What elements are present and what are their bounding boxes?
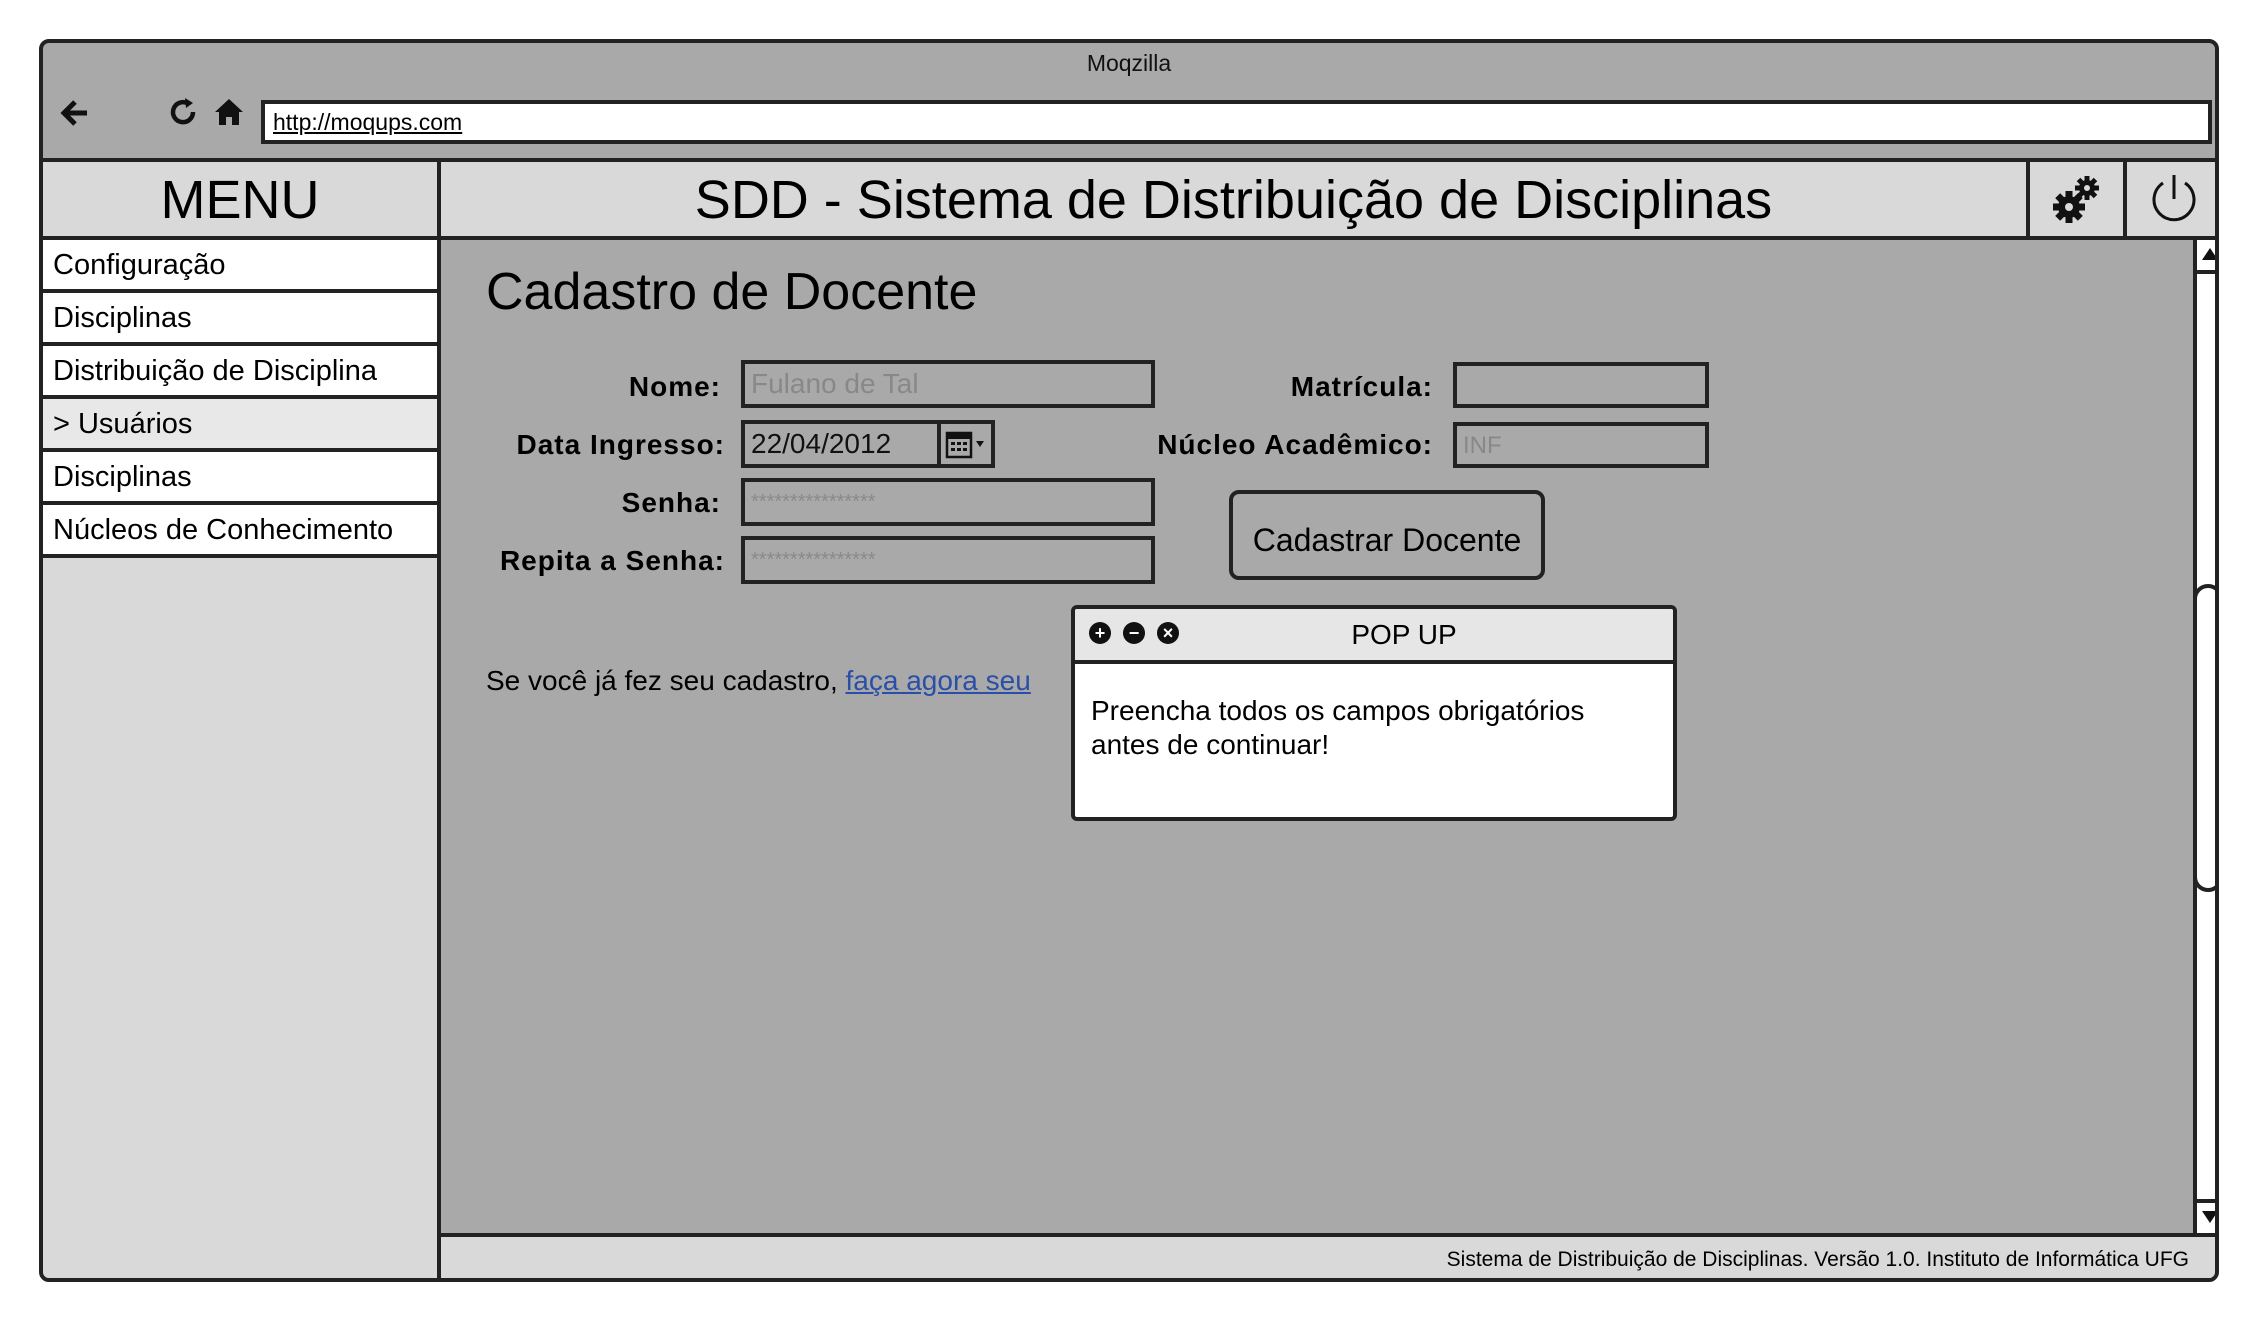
popup-message-line1: Preencha todos os campos obrigatórios: [1091, 695, 1585, 726]
nucleo-label: Núcleo Acadêmico:: [1157, 429, 1433, 460]
data-ingresso-label: Data Ingresso:: [516, 429, 725, 460]
power-icon: [2152, 175, 2195, 222]
triangle-up-icon: [2202, 248, 2215, 260]
page-title: Cadastro de Docente: [486, 263, 978, 321]
senha-label: Senha:: [621, 487, 721, 518]
nome-input[interactable]: Fulano de Tal: [741, 360, 1155, 408]
reload-button[interactable]: [161, 95, 205, 139]
arrow-left-icon: [60, 100, 87, 126]
cadastrar-docente-button[interactable]: Cadastrar Docente: [1229, 490, 1545, 580]
app-header: SDD - Sistema de Distribuição de Discipl…: [441, 158, 2215, 240]
browser-title: Moqzilla: [1086, 50, 1172, 76]
reload-icon: [170, 98, 196, 125]
scroll-down-arrow[interactable]: [2197, 1199, 2215, 1233]
data-ingresso-input[interactable]: 22/04/2012: [741, 420, 941, 468]
sidebar-item-usuarios[interactable]: > Usuários: [43, 399, 437, 452]
login-hint: Se você já fez seu cadastro, faça agora …: [486, 665, 1031, 697]
popup-title: POP UP: [1351, 619, 1457, 650]
browser-window: Moqzilla http://moqups.com MENU SDD - Si…: [39, 39, 2219, 1282]
popup-dialog: + − × POP UP Preencha todos os campos ob…: [1071, 605, 1677, 821]
sidebar-item-configuracao[interactable]: Configuração: [43, 240, 437, 293]
repita-senha-label: Repita a Senha:: [499, 545, 725, 576]
scroll-thumb[interactable]: [2193, 584, 2215, 892]
login-hint-text: Se você já fez seu cadastro,: [486, 665, 846, 696]
sidebar-item-disciplinas-sub[interactable]: Disciplinas: [43, 452, 437, 505]
footer: Sistema de Distribuição de Disciplinas. …: [441, 1233, 2215, 1278]
sidebar-item-distribuicao[interactable]: Distribuição de Disciplina: [43, 346, 437, 399]
home-button[interactable]: [207, 95, 251, 139]
app-title: SDD - Sistema de Distribuição de Discipl…: [694, 170, 1773, 230]
calendar-icon: [945, 431, 984, 459]
settings-button[interactable]: [2026, 162, 2123, 236]
login-link[interactable]: faça agora seu: [846, 665, 1031, 696]
sidebar-item-nucleos[interactable]: Núcleos de Conhecimento: [43, 505, 437, 558]
sidebar-item-disciplinas[interactable]: Disciplinas: [43, 293, 437, 346]
back-button[interactable]: [53, 95, 97, 139]
calendar-button[interactable]: [937, 420, 995, 468]
triangle-down-icon: [2202, 1211, 2215, 1223]
matricula-label: Matrícula:: [1290, 371, 1433, 402]
sidebar-menu: Configuração Disciplinas Distribuição de…: [43, 240, 441, 1278]
nome-label: Nome:: [628, 371, 721, 402]
url-text: http://moqups.com: [273, 109, 463, 135]
vertical-scrollbar[interactable]: [2193, 240, 2215, 1233]
nucleo-input[interactable]: INF: [1453, 422, 1709, 468]
popup-message: Preencha todos os campos obrigatórios an…: [1075, 664, 1673, 792]
power-button[interactable]: [2123, 162, 2215, 236]
home-icon: [215, 99, 243, 125]
matricula-input[interactable]: [1453, 362, 1709, 408]
gears-icon: [2052, 176, 2099, 223]
popup-titlebar: + − × POP UP: [1075, 609, 1673, 664]
senha-input[interactable]: ****************: [741, 478, 1155, 526]
popup-message-line2: antes de continuar!: [1091, 729, 1330, 760]
repita-senha-input[interactable]: ****************: [741, 536, 1155, 584]
menu-title: MENU: [43, 158, 441, 240]
url-input[interactable]: http://moqups.com: [261, 100, 2212, 144]
scroll-up-arrow[interactable]: [2197, 240, 2215, 274]
